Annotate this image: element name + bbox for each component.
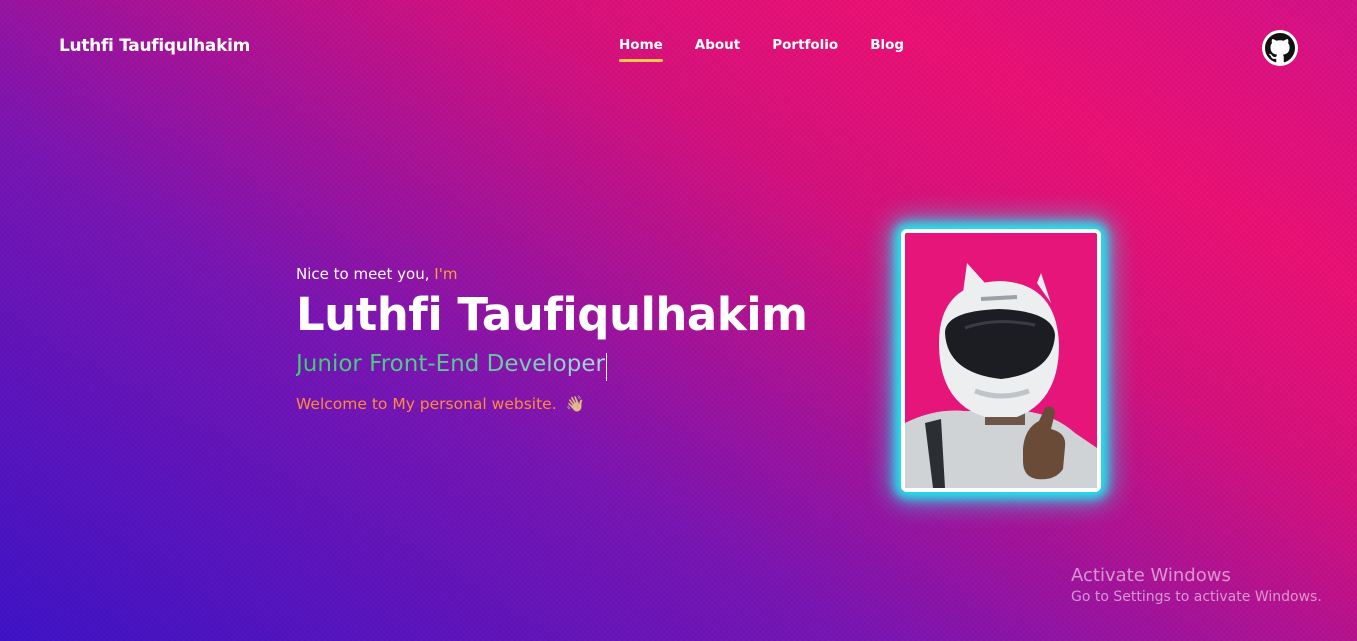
site-brand[interactable]: Luthfi Taufiqulhakim <box>59 36 250 56</box>
windows-activation-watermark: Activate Windows Go to Settings to activ… <box>1071 565 1322 605</box>
main-nav: Home About Portfolio Blog <box>619 37 904 62</box>
hero-greeting: Nice to meet you, I'm <box>296 265 808 283</box>
hero-section: Nice to meet you, I'm Luthfi Taufiqulhak… <box>296 265 808 413</box>
github-link[interactable] <box>1262 30 1298 66</box>
nav-portfolio[interactable]: Portfolio <box>772 37 838 53</box>
nav-about[interactable]: About <box>695 37 740 53</box>
watermark-title: Activate Windows <box>1071 565 1231 586</box>
github-icon <box>1265 33 1295 63</box>
welcome-text: Welcome to My personal website. <box>296 394 557 413</box>
watermark-subtitle: Go to Settings to activate Windows. <box>1071 589 1322 605</box>
typing-caret <box>605 352 607 381</box>
nav-home[interactable]: Home <box>619 37 663 62</box>
hero-name: Luthfi Taufiqulhakim <box>296 288 808 341</box>
waving-hand-icon: 👋🏼 <box>565 394 585 413</box>
nav-blog[interactable]: Blog <box>870 37 904 53</box>
helmet-person-illustration <box>905 233 1097 488</box>
greeting-accent: I'm <box>434 265 458 283</box>
profile-photo <box>901 229 1101 492</box>
hero-welcome: Welcome to My personal website. 👋🏼 <box>296 395 808 413</box>
greeting-text: Nice to meet you, <box>296 265 435 283</box>
hero-role: Junior Front-End Developer <box>296 351 605 377</box>
